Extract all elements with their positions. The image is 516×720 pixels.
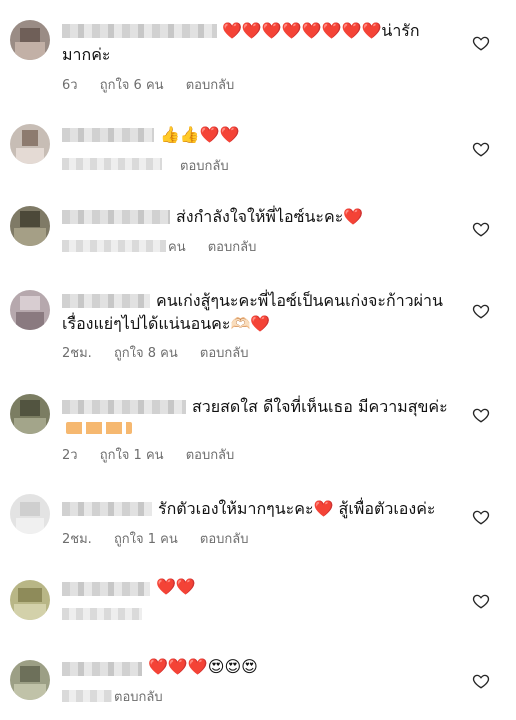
comment-item: รักตัวเองให้มากๆนะคะ❤️ สู้เพื่อตัวเองค่ะ… bbox=[0, 480, 516, 570]
comment-text: ❤️❤️❤️😍😍😍 bbox=[148, 657, 258, 676]
like-count[interactable]: ถูกใจ 6 คน bbox=[100, 78, 164, 93]
meta-blurred bbox=[62, 240, 166, 252]
comment-text: 👍👍❤️❤️ bbox=[160, 125, 240, 144]
reply-button[interactable]: ตอบกลับ bbox=[200, 532, 249, 547]
reply-button[interactable]: ตอบกลับ bbox=[180, 159, 229, 174]
avatar[interactable] bbox=[10, 494, 50, 534]
comment-age: 2ชม. bbox=[62, 346, 92, 361]
comment-meta: 2ชม. ถูกใจ 1 คน ตอบกลับ bbox=[62, 528, 267, 547]
comment-meta: ตอบกลับ bbox=[114, 686, 181, 705]
username-blurred[interactable] bbox=[62, 294, 150, 308]
meta-blurred bbox=[62, 158, 162, 170]
like-heart-icon[interactable] bbox=[472, 508, 490, 526]
comment-meta: 6ว ถูกใจ 6 คน ตอบกลับ bbox=[62, 74, 252, 93]
like-heart-icon[interactable] bbox=[472, 672, 490, 690]
like-count[interactable]: คน bbox=[168, 240, 186, 255]
comment-item: สวยสดใส ดีใจที่เห็นเธอ มีความสุขค่ะ 2ว ถ… bbox=[0, 380, 516, 480]
avatar[interactable] bbox=[10, 124, 50, 164]
username-blurred[interactable] bbox=[62, 502, 152, 516]
comment-meta: 2ว ถูกใจ 1 คน ตอบกลับ bbox=[62, 444, 252, 463]
like-count[interactable]: ถูกใจ 1 คน bbox=[114, 532, 178, 547]
username-blurred[interactable] bbox=[62, 24, 217, 38]
username-blurred[interactable] bbox=[62, 210, 170, 224]
avatar[interactable] bbox=[10, 580, 50, 620]
username-blurred[interactable] bbox=[62, 128, 154, 142]
avatar[interactable] bbox=[10, 206, 50, 246]
emoji-row-blurred bbox=[66, 422, 132, 434]
comment-meta: ตอบกลับ bbox=[180, 155, 247, 174]
comment-item: ส่งกำลังใจให้พี่ไอซ์นะคะ❤️ คน ตอบกลับ bbox=[0, 190, 516, 280]
username-blurred[interactable] bbox=[62, 400, 186, 414]
comment-text-line2: มากค่ะ bbox=[62, 45, 111, 64]
comment-text-line2: เรื่องแย่ๆไปได้แน่นอนคะ🫶🏻❤️ bbox=[62, 314, 271, 333]
comment-item: ❤️❤️❤️❤️❤️❤️❤️❤️น่ารัก มากค่ะ 6ว ถูกใจ 6… bbox=[0, 0, 516, 100]
like-heart-icon[interactable] bbox=[472, 34, 490, 52]
comment-text: ❤️❤️❤️❤️❤️❤️❤️❤️น่ารัก bbox=[222, 21, 420, 40]
like-heart-icon[interactable] bbox=[472, 302, 490, 320]
username-blurred[interactable] bbox=[62, 582, 150, 596]
like-heart-icon[interactable] bbox=[472, 140, 490, 158]
comment-text: ส่งกำลังใจให้พี่ไอซ์นะคะ❤️ bbox=[176, 207, 364, 226]
comment-text: คนเก่งสู้ๆนะคะพี่ไอซ์เป็นคนเก่งจะก้าวผ่า… bbox=[156, 291, 443, 310]
comment-item: 👍👍❤️❤️ ตอบกลับ bbox=[0, 100, 516, 190]
comment-text: ❤️❤️ bbox=[156, 577, 196, 596]
comment-meta: 2ชม. ถูกใจ 8 คน ตอบกลับ bbox=[62, 342, 267, 361]
avatar[interactable] bbox=[10, 290, 50, 330]
avatar[interactable] bbox=[10, 660, 50, 700]
like-heart-icon[interactable] bbox=[472, 220, 490, 238]
comment-age: 6ว bbox=[62, 78, 78, 93]
comment-text: รักตัวเองให้มากๆนะคะ❤️ สู้เพื่อตัวเองค่ะ bbox=[158, 499, 436, 518]
like-count[interactable]: ถูกใจ 8 คน bbox=[114, 346, 178, 361]
meta-blurred bbox=[62, 690, 112, 702]
reply-button[interactable]: ตอบกลับ bbox=[208, 240, 257, 255]
like-count[interactable]: ถูกใจ 1 คน bbox=[100, 448, 164, 463]
avatar[interactable] bbox=[10, 20, 50, 60]
reply-button[interactable]: ตอบกลับ bbox=[186, 448, 235, 463]
avatar[interactable] bbox=[10, 394, 50, 434]
comment-age: 2ว bbox=[62, 448, 78, 463]
comment-item: คนเก่งสู้ๆนะคะพี่ไอซ์เป็นคนเก่งจะก้าวผ่า… bbox=[0, 280, 516, 380]
reply-button[interactable]: ตอบกลับ bbox=[186, 78, 235, 93]
comment-text: สวยสดใส ดีใจที่เห็นเธอ มีความสุขค่ะ bbox=[192, 397, 448, 416]
comment-item: ❤️❤️ bbox=[0, 570, 516, 650]
username-blurred[interactable] bbox=[62, 662, 142, 676]
like-heart-icon[interactable] bbox=[472, 592, 490, 610]
comment-item: ❤️❤️❤️😍😍😍 ตอบกลับ bbox=[0, 650, 516, 720]
comment-meta: คน ตอบกลับ bbox=[168, 236, 274, 255]
like-heart-icon[interactable] bbox=[472, 406, 490, 424]
comment-age: 2ชม. bbox=[62, 532, 92, 547]
reply-button[interactable]: ตอบกลับ bbox=[114, 690, 163, 705]
meta-blurred bbox=[62, 608, 142, 620]
reply-button[interactable]: ตอบกลับ bbox=[200, 346, 249, 361]
